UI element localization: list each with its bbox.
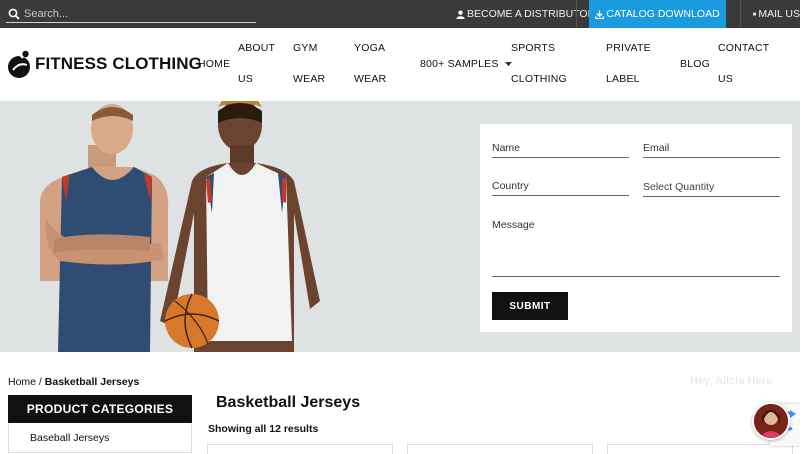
name-field[interactable]: Name: [492, 142, 629, 158]
nav-contact-line2: US: [718, 73, 733, 85]
product-categories-heading: PRODUCT CATEGORIES: [8, 395, 192, 423]
nav-gym-line2: WEAR: [293, 73, 326, 85]
product-card[interactable]: [607, 444, 793, 454]
page-title: Basketball Jerseys: [216, 394, 361, 411]
nav-yoga-line1: YOGA: [354, 42, 386, 54]
nav-blog[interactable]: BLOG: [680, 49, 710, 80]
message-field[interactable]: Message: [492, 219, 780, 277]
download-icon: [595, 9, 605, 19]
divider: [576, 0, 577, 28]
nav-sports-line1: SPORTS: [511, 42, 556, 54]
search-icon: [8, 8, 20, 20]
submit-button[interactable]: SUBMIT: [492, 292, 568, 320]
product-card[interactable]: [407, 444, 593, 454]
nav-yoga-line2: WEAR: [354, 73, 387, 85]
breadcrumb-home[interactable]: Home: [8, 376, 36, 388]
nav-sports-line2: CLOTHING: [511, 73, 567, 85]
product-card[interactable]: [207, 444, 393, 454]
mail-icon: [753, 12, 757, 16]
search-input[interactable]: [24, 5, 252, 22]
nav-sports-clothing[interactable]: SPORTS CLOTHING: [511, 33, 567, 95]
mail-us-label: MAIL US: [758, 8, 800, 20]
chat-avatar-image: [754, 404, 788, 438]
results-count: Showing all 12 results: [208, 423, 319, 435]
logo-text-bold: FITNESS: [35, 54, 108, 73]
logo-mark-icon: [8, 50, 30, 78]
email-field[interactable]: Email: [643, 142, 780, 158]
catalog-download-button[interactable]: CATALOG DOWNLOAD: [589, 0, 726, 28]
become-distributor-link[interactable]: BECOME A DISTRIBUTOR: [456, 0, 595, 28]
nav-samples-label: 800+ SAMPLES: [420, 58, 499, 70]
top-bar: BECOME A DISTRIBUTOR CATALOG DOWNLOAD MA…: [0, 0, 800, 28]
nav-about-line2: US: [238, 73, 253, 85]
nav-private-line2: LABEL: [606, 73, 640, 85]
nav-gym-wear[interactable]: GYM WEAR: [293, 33, 325, 95]
chat-greeting: Hey, Alicia Here: [690, 375, 772, 387]
logo-text: FITNESS CLOTHING: [35, 54, 202, 74]
country-field[interactable]: Country: [492, 180, 629, 196]
breadcrumb: Home / Basketball Jerseys: [8, 376, 139, 388]
nav-home[interactable]: HOME: [198, 49, 230, 80]
breadcrumb-current: Basketball Jerseys: [44, 376, 140, 388]
hero-athletes-image: [39, 101, 320, 352]
logo-text-rest: CLOTHING: [112, 54, 202, 73]
nav-about-line1: ABOUT: [238, 42, 276, 54]
search-box[interactable]: [6, 5, 256, 23]
quantity-select[interactable]: Select Quantity: [643, 181, 780, 197]
nav-contact-line1: CONTACT: [718, 42, 770, 54]
site-logo[interactable]: FITNESS CLOTHING: [7, 48, 202, 80]
mail-us-link[interactable]: MAIL US: [740, 0, 800, 28]
chat-avatar[interactable]: [752, 402, 790, 440]
nav-gym-line1: GYM: [293, 42, 318, 54]
nav-private-line1: PRIVATE: [606, 42, 651, 54]
nav-about-us[interactable]: ABOUT US: [238, 33, 275, 95]
category-item-baseball-jerseys[interactable]: Baseball Jerseys: [30, 432, 109, 444]
nav-samples-dropdown[interactable]: 800+ SAMPLES: [420, 49, 512, 80]
nav-yoga-wear[interactable]: YOGA WEAR: [354, 33, 386, 95]
nav-contact-us[interactable]: CONTACT US: [718, 33, 769, 95]
user-icon: [456, 10, 465, 19]
breadcrumb-separator: /: [36, 376, 45, 388]
catalog-download-label: CATALOG DOWNLOAD: [606, 8, 720, 20]
nav-private-label[interactable]: PRIVATE LABEL: [606, 33, 651, 95]
